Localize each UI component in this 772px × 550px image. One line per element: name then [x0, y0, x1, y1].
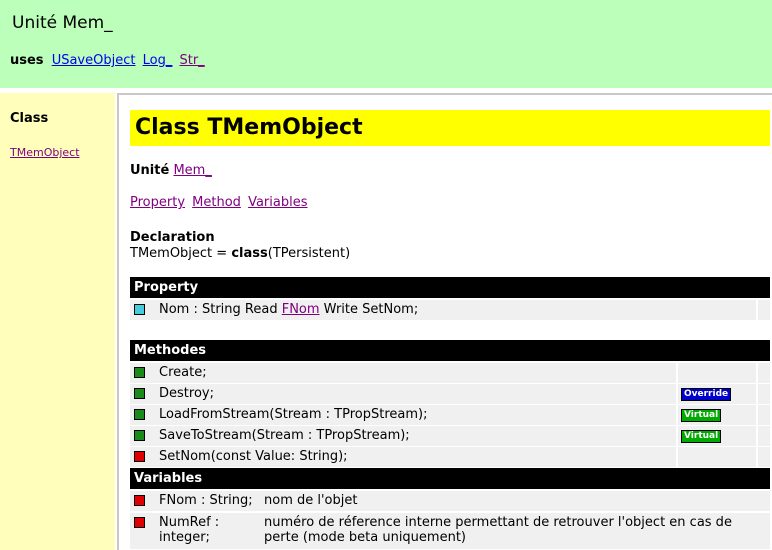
cell-divider [676, 384, 678, 404]
property-link-fnom[interactable]: FNom [282, 302, 320, 317]
cell-divider [676, 447, 678, 467]
declaration-label: Declaration [130, 230, 215, 245]
section-nav: Property Method Variables [130, 195, 310, 210]
main-content: Class TMemObject Unité Mem_ Property Met… [117, 93, 772, 550]
cell-divider [756, 426, 758, 446]
nav-link-property[interactable]: Property [130, 195, 185, 210]
method-icon [134, 367, 145, 378]
cell-divider [676, 363, 678, 383]
declaration-text: TMemObject = class(TPersistent) [130, 246, 350, 261]
class-sidebar: Class TMemObject [0, 93, 115, 550]
uses-link-str[interactable]: Str_ [179, 53, 204, 68]
cell-divider [756, 384, 758, 404]
class-title: Class TMemObject [130, 110, 770, 146]
variable-icon [134, 517, 145, 528]
variable-row: NumRef : integer; numéro de réference in… [130, 513, 770, 549]
unit-title: Unité Mem_ [12, 13, 113, 33]
property-text: Nom : String Read FNom Write SetNom; [159, 302, 418, 317]
method-badge-virtual: Virtual [681, 430, 722, 443]
nav-link-method[interactable]: Method [192, 195, 241, 210]
property-suffix: Write SetNom; [319, 302, 419, 317]
method-icon [134, 451, 145, 462]
uses-label: uses [10, 53, 44, 68]
sidebar-link-tmemobject[interactable]: TMemObject [10, 146, 80, 159]
unite-line: Unité Mem_ [130, 163, 212, 178]
method-signature: Create; [159, 365, 207, 380]
unite-link[interactable]: Mem_ [173, 163, 211, 178]
property-prefix: Nom : String Read [159, 302, 282, 317]
cell-divider [676, 405, 678, 425]
variable-row: FNom : String; nom de l'objet [130, 491, 770, 511]
cell-divider [756, 363, 758, 383]
variable-description: nom de l'objet [264, 493, 358, 508]
unite-label: Unité [130, 163, 170, 178]
method-signature: Destroy; [159, 386, 214, 401]
cell-divider [756, 447, 758, 467]
declaration-suffix: (TPersistent) [267, 246, 351, 261]
variable-description: numéro de réference interne permettant d… [264, 515, 732, 545]
uses-link-usaveobject[interactable]: USaveObject [52, 53, 136, 68]
method-icon [134, 388, 145, 399]
unit-header: Unité Mem_ uses USaveObject Log_ Str_ [0, 0, 772, 88]
cell-divider [676, 426, 678, 446]
cell-divider [756, 300, 758, 320]
property-heading: Property [130, 277, 770, 298]
variable-icon [134, 495, 145, 506]
declaration-keyword: class [231, 246, 268, 261]
method-row: SaveToStream(Stream : TPropStream); Virtu… [130, 426, 770, 446]
method-row: LoadFromStream(Stream : TPropStream); Vir… [130, 405, 770, 425]
methods-heading: Methodes [130, 340, 770, 361]
method-row: Create; [130, 363, 770, 383]
uses-link-log[interactable]: Log_ [143, 53, 173, 68]
property-row: Nom : String Read FNom Write SetNom; [130, 300, 770, 320]
property-icon [134, 304, 145, 315]
method-icon [134, 409, 145, 420]
method-row: SetNom(const Value: String); [130, 447, 770, 467]
variable-name: FNom : String; [159, 493, 253, 508]
method-signature: SaveToStream(Stream : TPropStream); [159, 428, 410, 443]
method-signature: LoadFromStream(Stream : TPropStream); [159, 407, 428, 422]
method-badge-virtual: Virtual [681, 409, 722, 422]
cell-divider [756, 405, 758, 425]
declaration-prefix: TMemObject = [130, 246, 232, 261]
method-signature: SetNom(const Value: String); [159, 449, 348, 464]
uses-line: uses USaveObject Log_ Str_ [10, 53, 208, 68]
nav-link-variables[interactable]: Variables [248, 195, 307, 210]
method-icon [134, 430, 145, 441]
variable-name: NumRef : integer; [159, 515, 220, 545]
method-badge-override: Override [681, 388, 732, 401]
variables-heading: Variables [130, 468, 770, 489]
sidebar-heading: Class [10, 111, 49, 126]
method-row: Destroy; Override [130, 384, 770, 404]
